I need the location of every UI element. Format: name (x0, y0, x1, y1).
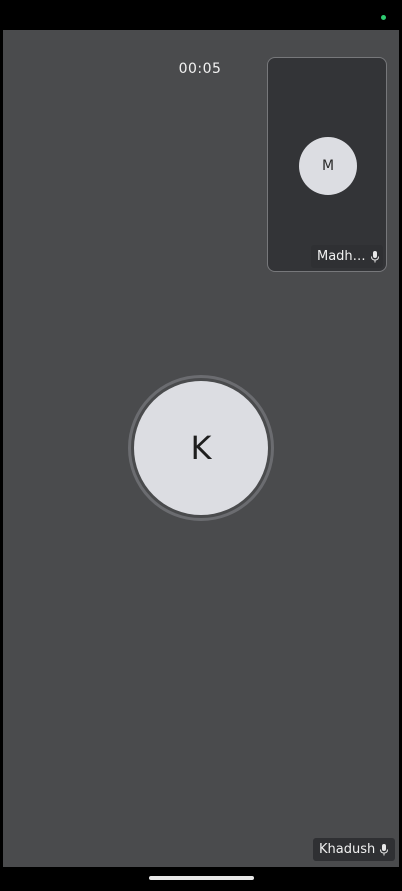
video-call-screen: 00:05 M Madh… K Khadush (0, 0, 402, 891)
local-avatar: K (134, 381, 268, 515)
remote-avatar: M (299, 137, 357, 195)
call-area[interactable]: 00:05 M Madh… K Khadush (3, 30, 399, 867)
local-name-label: Khadush (319, 842, 376, 857)
remote-name-label: Madh… (317, 249, 366, 264)
remote-name-tag: Madh… (311, 245, 383, 268)
mic-icon (380, 843, 389, 855)
call-timer-text: 00:05 (178, 61, 222, 77)
remote-participant-tile[interactable]: M Madh… (267, 57, 387, 272)
remote-avatar-initial: M (321, 158, 335, 174)
mic-icon (370, 250, 379, 262)
home-indicator[interactable] (149, 876, 254, 880)
local-avatar-ring: K (128, 375, 274, 521)
status-indicator-dot (381, 15, 386, 20)
local-name-tag: Khadush (313, 838, 395, 861)
navigation-bar (0, 867, 402, 891)
local-avatar-initial: K (190, 429, 212, 467)
status-bar (0, 0, 402, 30)
